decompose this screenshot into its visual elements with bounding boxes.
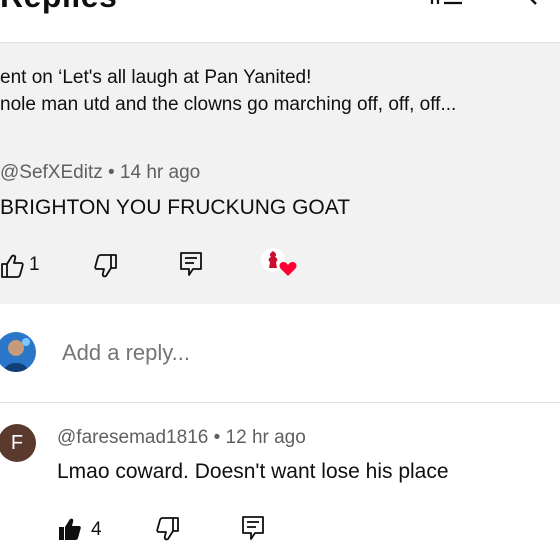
- reply-input-row: [0, 304, 560, 403]
- avatar[interactable]: F: [0, 424, 36, 462]
- reply-comment: F @faresemad1816 • 12 hr ago Lmao coward…: [0, 403, 560, 560]
- context-video-title: ent on ‘Let's all laugh at Pan Yanited!: [0, 67, 312, 88]
- comment-text: BRIGHTON YOU FRUCKUNG GOAT: [0, 196, 351, 219]
- comment-author-line[interactable]: @faresemad1816 • 12 hr ago: [57, 427, 306, 449]
- page-title: Replies: [0, 0, 117, 15]
- parent-comment: @SefXEditz • 14 hr ago BRIGHTON YOU FRUC…: [0, 138, 560, 304]
- reply-icon[interactable]: [241, 515, 265, 548]
- comment-text: Lmao coward. Doesn't want lose his place: [57, 460, 449, 483]
- search-icon[interactable]: [508, 0, 542, 11]
- thumbs-up-filled-icon[interactable]: [57, 516, 83, 547]
- context-original-comment: nole man utd and the clowns go marching …: [0, 94, 457, 115]
- sort-icon[interactable]: [428, 0, 464, 11]
- thumbs-up-icon[interactable]: [0, 253, 24, 284]
- context-strip[interactable]: ent on ‘Let's all laugh at Pan Yanited! …: [0, 42, 560, 140]
- creator-heart-icon: [259, 246, 299, 278]
- header-bar: Replies: [0, 0, 560, 42]
- like-count: 1: [29, 254, 40, 275]
- comment-author-line[interactable]: @SefXEditz • 14 hr ago: [0, 162, 200, 184]
- like-count: 4: [91, 519, 102, 540]
- avatar: [0, 332, 36, 372]
- thumbs-down-icon[interactable]: [154, 516, 180, 547]
- reply-input[interactable]: [62, 340, 462, 366]
- reply-icon[interactable]: [179, 251, 203, 284]
- thumbs-down-icon[interactable]: [92, 253, 118, 284]
